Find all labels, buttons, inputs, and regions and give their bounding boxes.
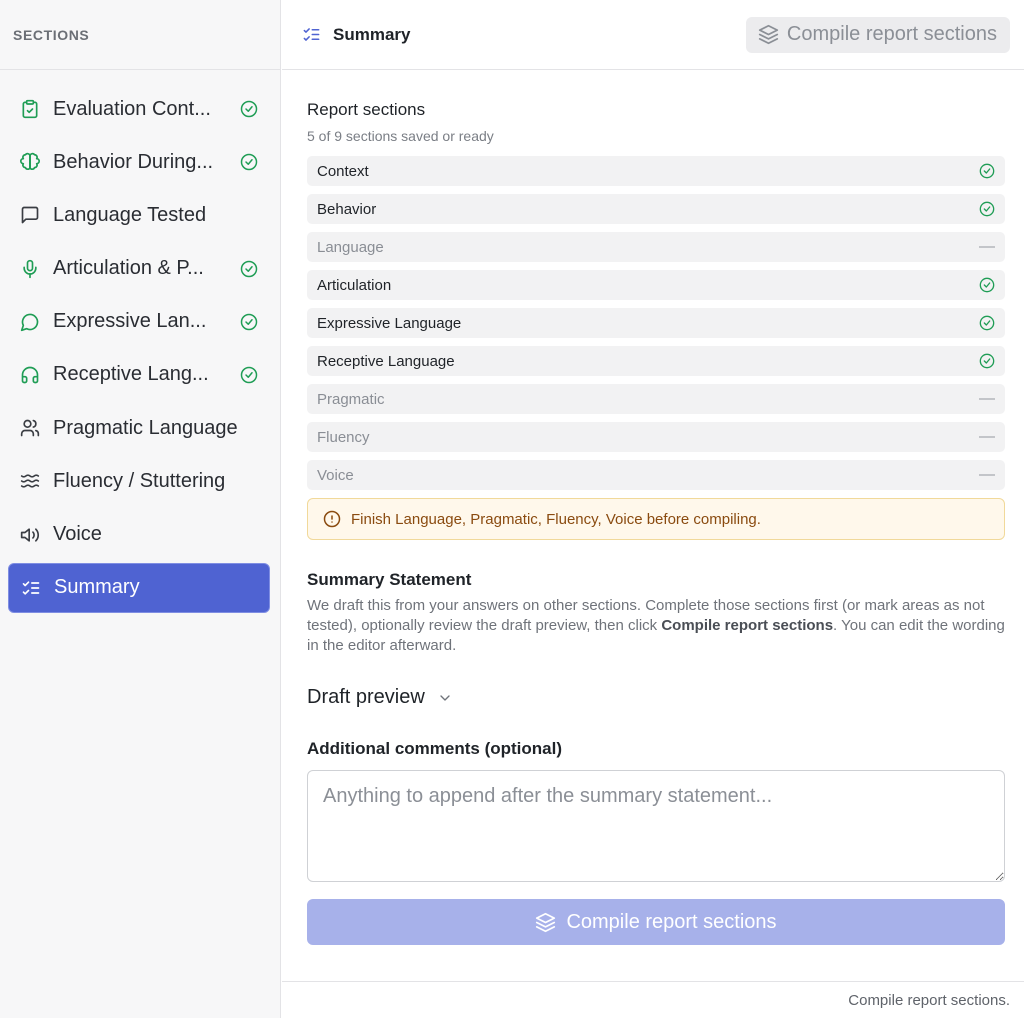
sidebar-list: Evaluation Cont... Behavior During... Lang… (0, 70, 280, 613)
clipboard-check-icon (20, 99, 40, 119)
report-section-label: Receptive Language (317, 352, 455, 370)
sidebar-item-label: Behavior During... (53, 150, 214, 173)
report-section-label: Articulation (317, 276, 392, 294)
dash-icon (979, 474, 995, 476)
compile-button-label: Compile report sections (566, 910, 777, 933)
layers-icon (758, 24, 779, 45)
report-section-row: Context (307, 156, 1005, 186)
draft-preview-label: Draft preview (307, 686, 425, 708)
check-circle-icon (979, 353, 995, 369)
speaker-icon (20, 525, 40, 545)
message-square-icon (20, 205, 40, 225)
footer-status: Compile report sections. (848, 991, 1010, 1009)
draft-preview-toggle[interactable]: Draft preview (307, 686, 477, 709)
report-section-label: Voice (317, 466, 354, 484)
sidebar-item[interactable]: Language Tested (8, 190, 270, 240)
dash-icon (979, 436, 995, 438)
report-section-row: Voice (307, 460, 1005, 490)
topbar: Summary Compile report sections (282, 0, 1024, 70)
compile-report-button-top[interactable]: Compile report sections (745, 16, 1010, 53)
footer: Compile report sections. (282, 981, 1024, 1018)
report-sections-subtitle: 5 of 9 sections saved or ready (307, 128, 494, 144)
additional-comments-label: Additional comments (optional) (307, 739, 562, 758)
sidebar-item-label: Receptive Lang... (53, 363, 209, 386)
sidebar-item[interactable]: Summary (8, 562, 270, 613)
summary-description: We draft this from your answers on other… (307, 596, 1005, 656)
main-panel: Summary Compile report sections Report s… (282, 0, 1024, 1018)
sidebar-item-label: Language Tested (53, 203, 207, 226)
report-section-row: Articulation (307, 270, 1005, 300)
sidebar-item[interactable]: Behavior During... (8, 137, 270, 187)
sidebar-item-label: Pragmatic Language (53, 416, 238, 439)
report-section-row: Fluency (307, 422, 1005, 452)
sidebar-item-label: Expressive Lan... (53, 310, 207, 333)
sidebar-item-label: Articulation & P... (53, 257, 204, 280)
warning-text: Finish Language, Pragmatic, Fluency, Voi… (351, 510, 761, 528)
report-section-row: Language (307, 232, 1005, 262)
chevron-down-icon (437, 690, 453, 706)
check-circle-icon (979, 201, 995, 217)
check-circle-icon (979, 163, 995, 179)
report-section-label: Context (317, 162, 369, 180)
check-circle-icon (240, 366, 258, 384)
sidebar-item[interactable]: Voice (8, 510, 270, 560)
sidebar-item[interactable]: Pragmatic Language (8, 403, 270, 453)
summary-statement-heading: Summary Statement (307, 570, 472, 589)
check-circle-icon (979, 277, 995, 293)
dash-icon (979, 246, 995, 248)
sidebar-item[interactable]: Evaluation Cont... (8, 84, 270, 134)
sidebar-item[interactable]: Articulation & P... (8, 244, 270, 294)
list-checks-icon (302, 25, 321, 44)
sidebar-item[interactable]: Receptive Lang... (8, 350, 270, 400)
compile-button-label: Compile report sections (786, 23, 997, 45)
dash-icon (979, 398, 995, 400)
sidebar-item-label: Summary (54, 576, 140, 599)
check-circle-icon (240, 260, 258, 278)
sidebar-item-label: Voice (53, 523, 102, 545)
report-sections-heading: Report sections (307, 100, 426, 119)
page-title: Summary (333, 24, 411, 44)
microphone-icon (20, 259, 40, 279)
users-icon (20, 418, 40, 438)
report-section-label: Fluency (317, 428, 370, 446)
layers-icon (535, 912, 556, 933)
additional-comments-input[interactable] (307, 770, 1005, 882)
check-circle-icon (240, 313, 258, 331)
report-section-row: Receptive Language (307, 346, 1005, 376)
warning-banner: Finish Language, Pragmatic, Fluency, Voi… (307, 498, 1005, 540)
sidebar-header: SECTIONS (0, 0, 280, 70)
sidebar-item-label: Fluency / Stuttering (53, 469, 226, 492)
brain-icon (20, 152, 40, 172)
headphones-icon (20, 365, 40, 385)
check-circle-icon (240, 100, 258, 118)
report-section-row: Behavior (307, 194, 1005, 224)
report-section-row: Pragmatic (307, 384, 1005, 414)
sidebar-title: SECTIONS (13, 26, 90, 43)
report-section-label: Pragmatic (317, 390, 385, 408)
check-circle-icon (979, 315, 995, 331)
message-circle-icon (20, 312, 40, 332)
content: Report sections 5 of 9 sections saved or… (282, 70, 1024, 945)
check-circle-icon (240, 153, 258, 171)
report-section-label: Behavior (317, 200, 377, 218)
list-checks-icon (21, 578, 41, 598)
report-section-label: Expressive Language (317, 314, 462, 332)
report-section-label: Language (317, 238, 384, 256)
sidebar-item-label: Evaluation Cont... (53, 97, 211, 120)
sidebar: SECTIONS Evaluation Cont... Behavior Duri… (0, 0, 281, 1018)
report-section-row: Expressive Language (307, 308, 1005, 338)
compile-report-button[interactable]: Compile report sections (307, 899, 1005, 945)
report-sections-list: Context Behavior Language Articulation Expre… (307, 156, 1005, 490)
alert-circle-icon (323, 510, 341, 528)
sidebar-item[interactable]: Fluency / Stuttering (8, 456, 270, 506)
sidebar-item[interactable]: Expressive Lan... (8, 297, 270, 347)
waves-icon (20, 471, 40, 491)
summary-desc-bold: Compile report sections (661, 617, 834, 634)
